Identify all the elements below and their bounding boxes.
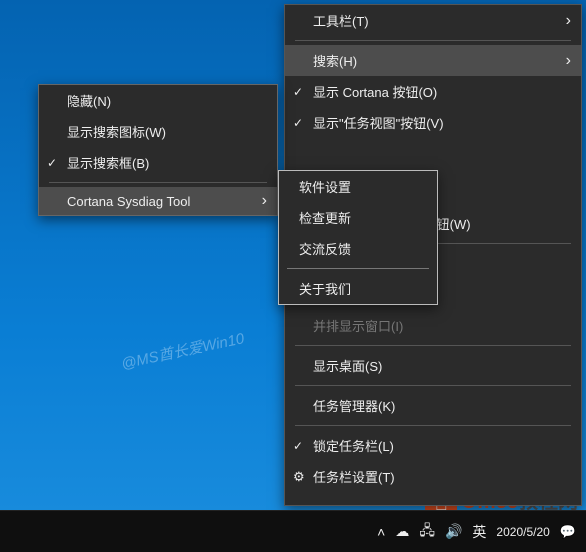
chevron-up-icon[interactable]: ˄ <box>377 524 385 540</box>
menu-stack-vertical: 并排显示窗口(I) <box>285 310 581 341</box>
system-tray[interactable]: ˄ ☁ 🖧 🔊 英 <box>377 520 486 544</box>
watermark-text: @MS酋长爱Win10 <box>119 327 246 374</box>
menu-show-cortana[interactable]: 显示 Cortana 按钮(O) <box>285 76 581 107</box>
sysdiag-submenu: 软件设置 检查更新 交流反馈 关于我们 <box>278 170 438 305</box>
search-hide[interactable]: 隐藏(N) <box>39 85 277 116</box>
separator <box>295 40 571 41</box>
menu-search[interactable]: 搜索(H) <box>285 45 581 76</box>
notification-icon[interactable]: 💬 <box>560 524 576 540</box>
search-sysdiag-tool[interactable]: Cortana Sysdiag Tool <box>39 187 277 215</box>
ime-indicator[interactable]: 英 <box>472 522 486 542</box>
separator <box>287 268 429 269</box>
menu-show-desktop[interactable]: 显示桌面(S) <box>285 350 581 381</box>
tool-update[interactable]: 检查更新 <box>279 202 437 233</box>
tool-feedback[interactable]: 交流反馈 <box>279 233 437 264</box>
search-show-icon[interactable]: 显示搜索图标(W) <box>39 116 277 147</box>
menu-show-taskview[interactable]: 显示"任务视图"按钮(V) <box>285 107 581 138</box>
menu-toolbars[interactable]: 工具栏(T) <box>285 5 581 36</box>
clock[interactable]: 2020/5/20 <box>496 525 549 539</box>
menu-task-manager[interactable]: 任务管理器(K) <box>285 390 581 421</box>
tool-settings[interactable]: 软件设置 <box>279 171 437 202</box>
menu-taskbar-settings[interactable]: 任务栏设置(T) <box>285 461 581 492</box>
taskbar[interactable]: ˄ ☁ 🖧 🔊 英 2020/5/20 💬 <box>0 510 586 552</box>
separator <box>295 385 571 386</box>
tool-about[interactable]: 关于我们 <box>279 273 437 304</box>
menu-lock-taskbar[interactable]: 锁定任务栏(L) <box>285 430 581 461</box>
volume-icon[interactable]: 🔊 <box>445 523 462 540</box>
onedrive-icon[interactable]: ☁ <box>395 523 409 540</box>
date-text: 2020/5/20 <box>496 525 549 539</box>
search-show-box[interactable]: 显示搜索框(B) <box>39 147 277 178</box>
network-icon[interactable]: 🖧 <box>419 520 435 544</box>
separator <box>295 425 571 426</box>
separator <box>295 345 571 346</box>
search-submenu: 隐藏(N) 显示搜索图标(W) 显示搜索框(B) Cortana Sysdiag… <box>38 84 278 216</box>
separator <box>49 182 267 183</box>
